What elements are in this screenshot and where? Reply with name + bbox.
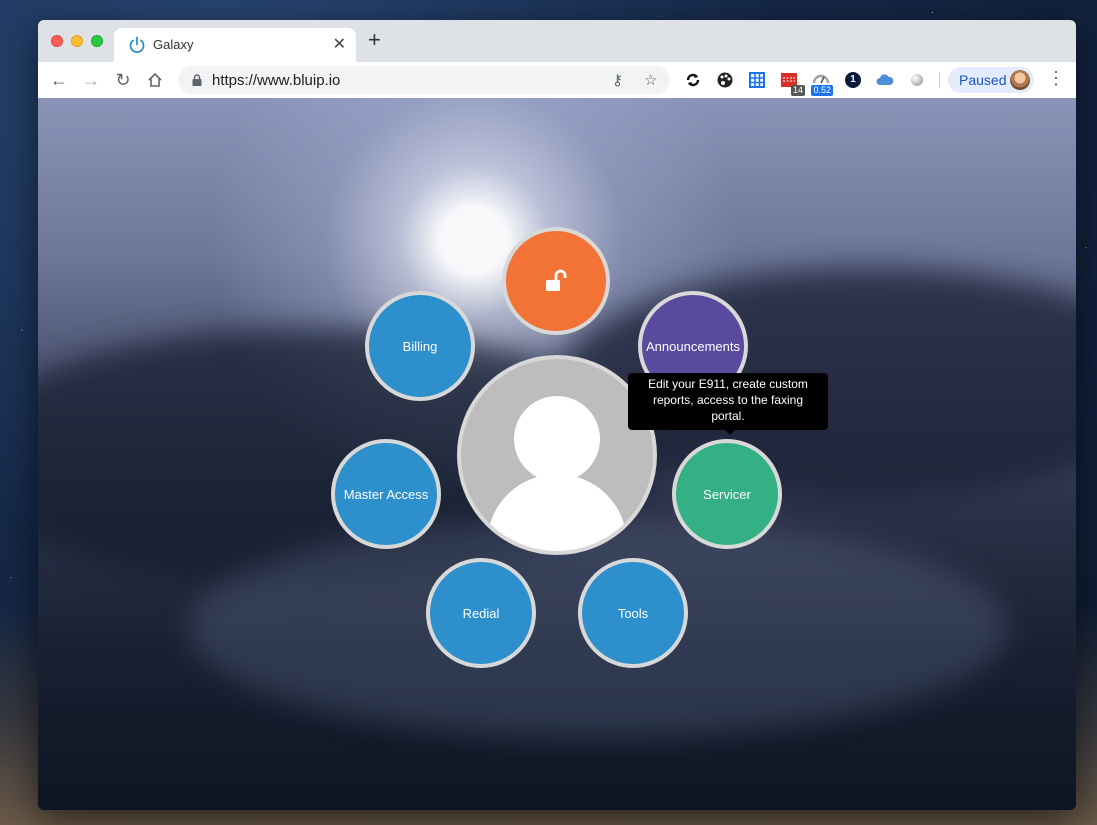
- speedometer-icon[interactable]: 0.52: [811, 70, 833, 96]
- redial-label: Redial: [462, 605, 500, 621]
- address-bar[interactable]: https://www.bluip.io ⚷ ☆: [178, 66, 670, 94]
- close-window-button[interactable]: [51, 35, 63, 47]
- calendar-badge: 14: [790, 85, 805, 96]
- user-silhouette-icon: [487, 396, 627, 551]
- maximize-window-button[interactable]: [91, 35, 103, 47]
- key-icon[interactable]: ⚷: [612, 71, 623, 89]
- billing-button[interactable]: Billing: [365, 291, 475, 401]
- browser-toolbar: ← → ↻ https://www.bluip.io ⚷ ☆ 14 0.52 1…: [38, 62, 1076, 99]
- billing-label: Billing: [402, 338, 438, 354]
- tools-button[interactable]: Tools: [578, 558, 688, 668]
- onepassword-icon[interactable]: 1: [843, 70, 863, 90]
- power-icon: [129, 36, 145, 54]
- browser-window: Galaxy ✕ + ← → ↻ https://www.bluip.io ⚷ …: [38, 20, 1076, 810]
- redial-button[interactable]: Redial: [426, 558, 536, 668]
- tab-title: Galaxy: [153, 37, 194, 52]
- announcements-label: Announcements: [646, 338, 740, 354]
- bookmark-star-icon[interactable]: ☆: [644, 71, 657, 89]
- profile-avatar: [1010, 70, 1030, 90]
- servicer-button[interactable]: Servicer: [672, 439, 782, 549]
- tools-label: Tools: [617, 605, 649, 621]
- browser-menu-icon[interactable]: ⋮: [1047, 68, 1065, 89]
- page-content: Billing Announcements Master Access Serv…: [38, 98, 1076, 810]
- master-access-label: Master Access: [343, 486, 429, 502]
- unlock-icon: [546, 269, 567, 291]
- tooltip-arrow: [724, 429, 736, 435]
- unlock-button[interactable]: [502, 227, 610, 335]
- new-tab-button[interactable]: +: [368, 29, 381, 51]
- close-tab-icon[interactable]: ✕: [333, 34, 346, 54]
- user-avatar[interactable]: [457, 355, 657, 555]
- profile-status: Paused: [959, 72, 1007, 88]
- tab-galaxy[interactable]: Galaxy ✕: [114, 28, 356, 62]
- forward-icon[interactable]: →: [80, 69, 102, 91]
- back-icon[interactable]: ←: [48, 69, 70, 91]
- palette-icon[interactable]: [715, 70, 735, 90]
- home-icon[interactable]: [144, 69, 166, 91]
- tab-bar: Galaxy ✕ +: [38, 20, 1076, 62]
- url-text: https://www.bluip.io: [212, 72, 341, 89]
- speedometer-badge: 0.52: [811, 85, 833, 96]
- lock-icon: [192, 74, 202, 86]
- grid-icon[interactable]: [747, 70, 767, 90]
- tooltip: Edit your E911, create custom reports, a…: [628, 373, 828, 430]
- circle-icon[interactable]: [907, 70, 927, 90]
- calendar-icon[interactable]: 14: [779, 70, 805, 96]
- sync-icon[interactable]: [683, 70, 703, 90]
- minimize-window-button[interactable]: [71, 35, 83, 47]
- profile-button[interactable]: Paused: [948, 67, 1034, 93]
- master-access-button[interactable]: Master Access: [331, 439, 441, 549]
- reload-icon[interactable]: ↻: [112, 69, 134, 91]
- cloud-icon[interactable]: [875, 70, 895, 90]
- servicer-label: Servicer: [703, 486, 751, 502]
- toolbar-divider: [939, 72, 940, 88]
